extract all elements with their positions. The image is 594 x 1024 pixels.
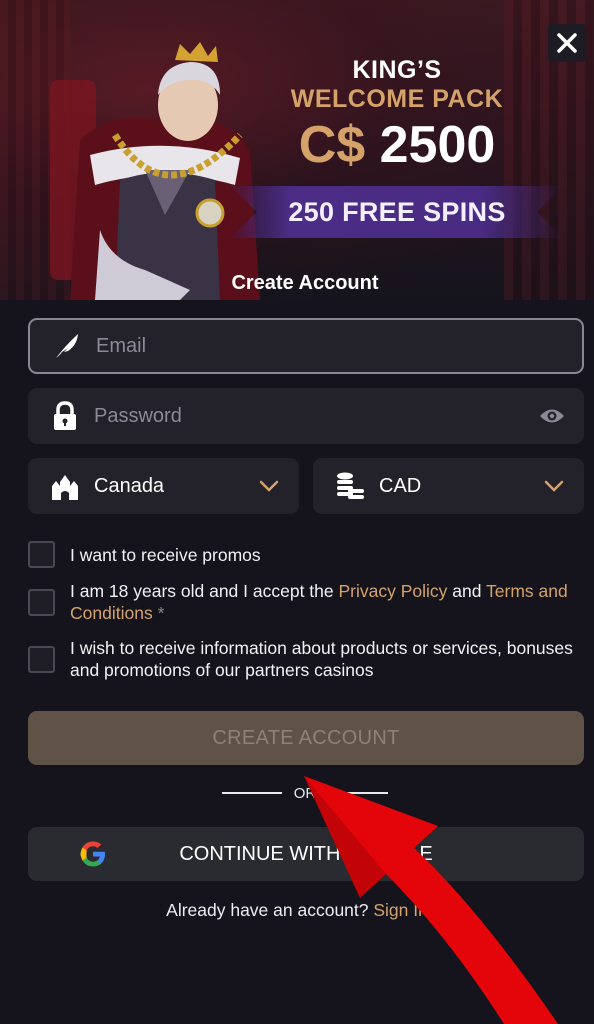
promo-amount: 2500 — [379, 116, 496, 174]
feather-icon — [50, 329, 84, 363]
terms-checkbox-row[interactable]: I am 18 years old and I accept the Priva… — [28, 580, 584, 624]
king-mascot-illustration — [50, 42, 260, 300]
close-button[interactable] — [548, 24, 586, 62]
form-title: Create Account — [231, 272, 379, 294]
welcome-promo: KING’S WELCOME PACK C$ 2500 — [290, 56, 504, 174]
promo-amount-row: C$ 2500 — [290, 116, 504, 174]
partners-label: I wish to receive information about prod… — [70, 638, 573, 680]
promo-line2: WELCOME PACK — [290, 85, 504, 113]
promos-label: I want to receive promos — [70, 544, 261, 565]
promos-checkbox-row[interactable]: I want to receive promos — [28, 541, 584, 568]
close-icon — [557, 33, 577, 53]
terms-label: I am 18 years old and I accept the Priva… — [70, 580, 584, 624]
signin-prompt: Already have an account? Sign In — [0, 900, 594, 921]
password-input[interactable] — [94, 388, 538, 444]
country-select[interactable]: Canada — [28, 458, 299, 514]
promo-currency: C$ — [298, 116, 366, 174]
continue-with-google-button[interactable]: CONTINUE WITH GOOGLE — [28, 827, 584, 881]
country-value: Canada — [94, 474, 165, 497]
terms-checkbox[interactable] — [28, 588, 55, 616]
email-input[interactable] — [96, 320, 582, 372]
privacy-policy-link[interactable]: Privacy Policy — [339, 581, 448, 601]
currency-value: CAD — [379, 474, 422, 497]
terms-and: and — [447, 581, 487, 601]
email-field[interactable] — [28, 318, 584, 374]
divider-line — [328, 792, 388, 794]
password-field[interactable] — [28, 388, 584, 444]
promo-line1: KING’S — [352, 56, 442, 84]
coins-icon — [333, 469, 367, 503]
google-button-label: CONTINUE WITH GOOGLE — [179, 842, 433, 865]
promos-checkbox[interactable] — [28, 541, 55, 568]
eye-icon[interactable] — [538, 402, 566, 430]
chevron-down-icon — [542, 474, 566, 498]
lock-icon — [48, 399, 82, 433]
partners-checkbox[interactable] — [28, 645, 55, 673]
signin-prefix: Already have an account? — [166, 900, 374, 920]
create-account-button[interactable]: CREATE ACCOUNT — [28, 711, 584, 765]
or-label: OR — [293, 784, 317, 802]
currency-select[interactable]: CAD — [313, 458, 584, 514]
red-arrow-annotation — [304, 776, 558, 1024]
hero-banner: KING’S WELCOME PACK C$ 2500 250 FREE SPI… — [0, 0, 594, 300]
free-spins-banner: 250 FREE SPINS — [230, 186, 564, 238]
signin-link[interactable]: Sign In — [373, 900, 427, 920]
chevron-down-icon — [257, 474, 281, 498]
or-divider: OR — [222, 782, 388, 804]
divider-line — [222, 792, 282, 794]
required-mark: * — [157, 603, 165, 623]
castle-icon — [48, 469, 82, 503]
partners-checkbox-row[interactable]: I wish to receive information about prod… — [28, 637, 584, 681]
terms-prefix: I am 18 years old and I accept the — [70, 581, 339, 601]
